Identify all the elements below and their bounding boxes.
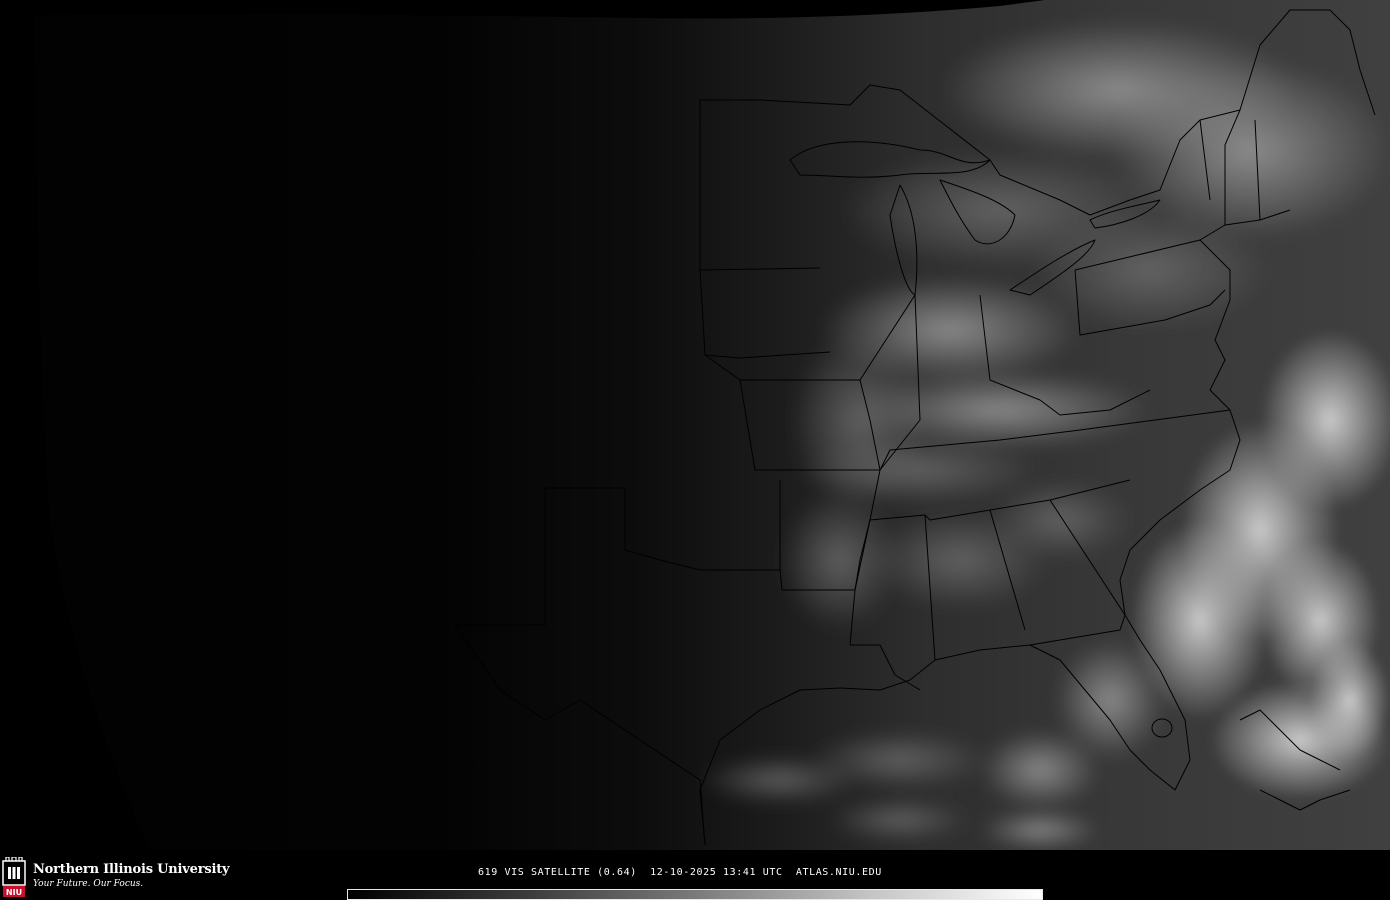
satellite-image	[35, 0, 1390, 850]
logo-text: NIU	[6, 888, 22, 897]
caption-source: ATLAS.NIU.EDU	[795, 867, 882, 878]
university-tagline: Your Future. Our Focus.	[33, 879, 144, 889]
image-caption: 619 VIS SATELLITE (0.64) 12-10-2025 13:4…	[478, 867, 882, 878]
university-name: Northern Illinois University	[33, 862, 230, 877]
satellite-viewer: NIU Northern Illinois University Your Fu…	[0, 0, 1390, 900]
caption-datetime: 12-10-2025 13:41 UTC	[650, 867, 783, 878]
niu-logo: NIU	[2, 857, 26, 897]
caption-product: 619 VIS SATELLITE (0.64)	[478, 867, 637, 878]
brightness-colorbar	[347, 889, 1043, 900]
